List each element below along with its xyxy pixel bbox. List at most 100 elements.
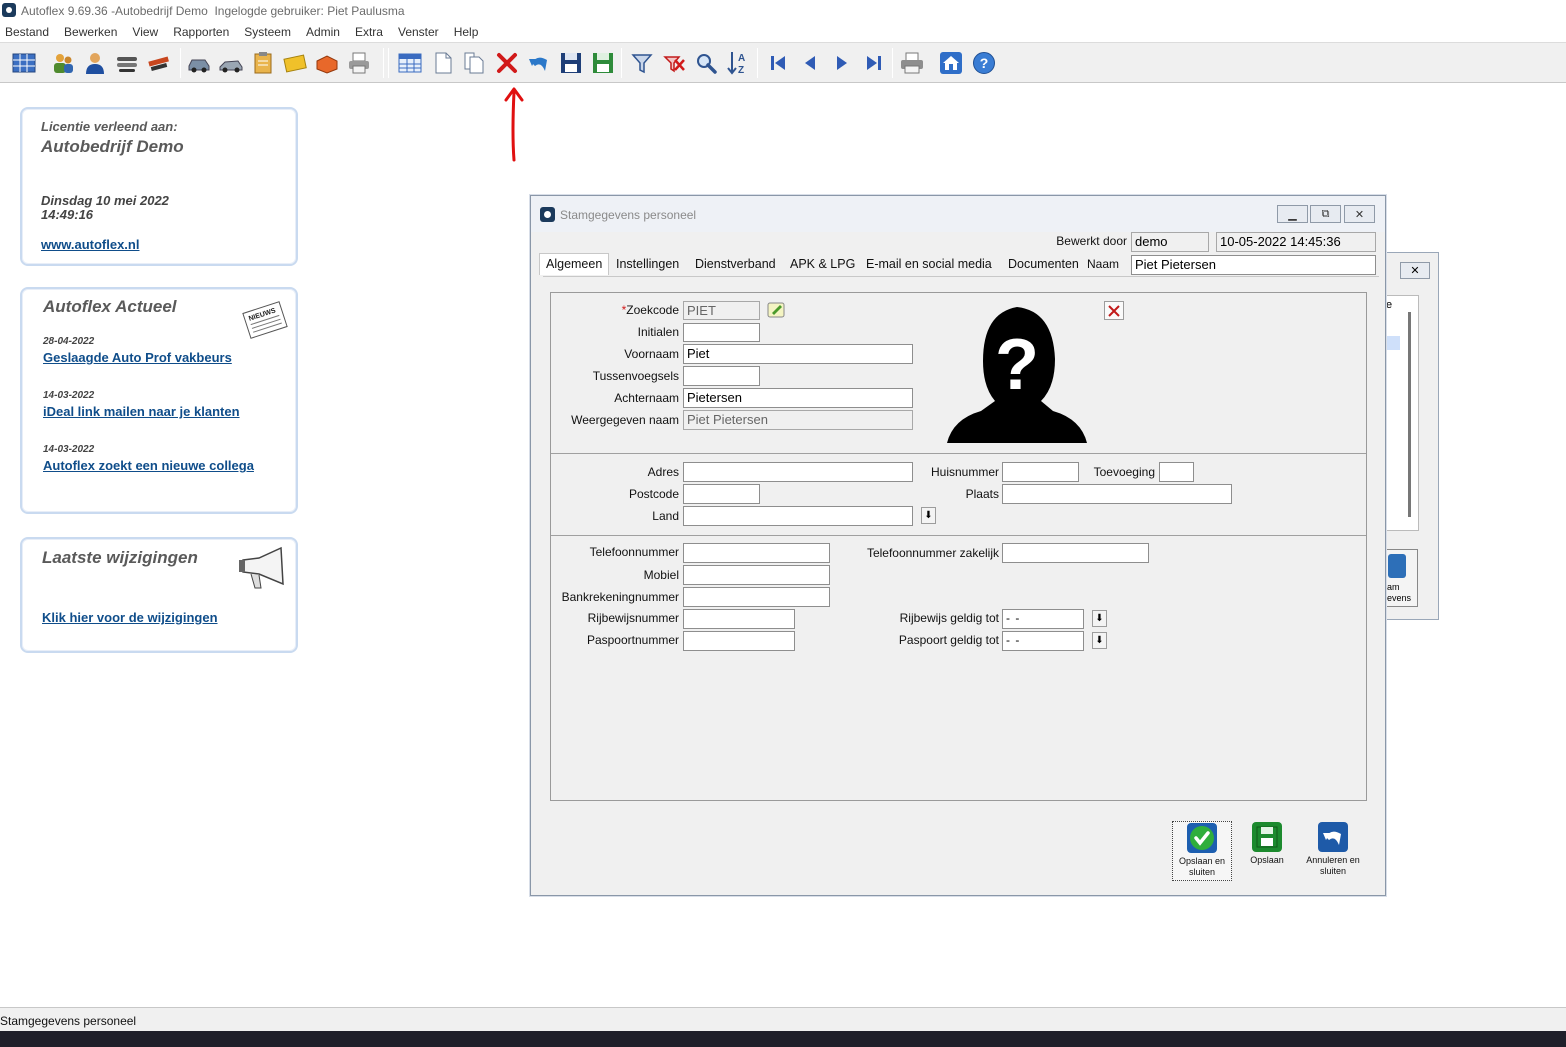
table-icon[interactable]	[397, 50, 423, 76]
tab-email-social[interactable]: E-mail en social media	[866, 257, 992, 271]
sort-az-icon[interactable]: AZ	[725, 50, 751, 76]
news-link[interactable]: Autoflex zoekt een nieuwe collega	[43, 458, 254, 473]
rijbewijs-geldig-tot-field[interactable]: - -	[1002, 609, 1084, 629]
news-link[interactable]: iDeal link mailen naar je klanten	[43, 404, 240, 419]
menu-venster[interactable]: Venster	[398, 25, 439, 39]
menu-help[interactable]: Help	[454, 25, 479, 39]
undo-icon[interactable]	[526, 50, 552, 76]
name-field[interactable]: Piet Pietersen	[1131, 255, 1376, 275]
remove-photo-button[interactable]	[1104, 301, 1124, 320]
grid-icon[interactable]	[11, 50, 37, 76]
paspoort-geldig-tot-field[interactable]: - -	[1002, 631, 1084, 651]
close-button[interactable]: ✕	[1344, 205, 1375, 223]
background-window[interactable]: ✕ e am evens	[1380, 252, 1439, 620]
menu-extra[interactable]: Extra	[355, 25, 383, 39]
save-icon[interactable]	[558, 50, 584, 76]
initialen-field[interactable]	[683, 323, 760, 342]
rijbewijsnummer-label: Rijbewijsnummer	[587, 611, 679, 625]
postcode-field[interactable]	[683, 484, 760, 504]
toolbar-separator	[388, 48, 389, 78]
printer-icon[interactable]	[346, 50, 372, 76]
news-link[interactable]: Geslaagde Auto Prof vakbeurs	[43, 350, 232, 365]
keys-icon[interactable]	[114, 50, 140, 76]
autoflex-website-link[interactable]: www.autoflex.nl	[41, 237, 139, 252]
users-icon[interactable]	[50, 50, 76, 76]
cancel-and-close-button[interactable]: Annuleren en sluiten	[1303, 821, 1363, 881]
delete-icon[interactable]	[494, 50, 520, 76]
first-record-icon[interactable]	[765, 50, 791, 76]
save-button[interactable]: Opslaan	[1237, 821, 1297, 881]
menu-admin[interactable]: Admin	[306, 25, 340, 39]
rijbewijs-date-dropdown[interactable]: ⬇	[1092, 610, 1107, 627]
edit-zoekcode-icon[interactable]	[767, 301, 786, 319]
tab-instellingen[interactable]: Instellingen	[616, 257, 679, 271]
last-record-icon[interactable]	[861, 50, 887, 76]
paspoort-date-dropdown[interactable]: ⬇	[1092, 632, 1107, 649]
background-list[interactable]: e	[1381, 295, 1419, 531]
tools-icon[interactable]	[146, 50, 172, 76]
telefoonnummer-field[interactable]	[683, 543, 830, 563]
photo-placeholder-icon[interactable]: ?	[947, 301, 1087, 443]
copy-document-icon[interactable]	[461, 50, 487, 76]
menu-view[interactable]: View	[132, 25, 158, 39]
mobiel-field[interactable]	[683, 565, 830, 585]
zoekcode-label-text: Zoekcode	[626, 303, 679, 317]
maximize-button[interactable]: ⧉	[1310, 205, 1341, 223]
next-record-icon[interactable]	[829, 50, 855, 76]
background-button[interactable]: am evens	[1384, 549, 1418, 607]
telefoonnummer-zakelijk-field[interactable]	[1002, 543, 1149, 563]
telefoonnummer-label: Telefoonnummer	[589, 545, 679, 559]
document-icon	[1388, 554, 1406, 578]
toevoeging-field[interactable]	[1159, 462, 1194, 482]
achternaam-field[interactable]: Pietersen	[683, 388, 913, 408]
huisnummer-field[interactable]	[1002, 462, 1079, 482]
close-icon[interactable]: ✕	[1400, 262, 1430, 279]
tab-documenten[interactable]: Documenten	[1008, 257, 1079, 271]
box-icon[interactable]	[314, 50, 340, 76]
tussenvoegsels-label: Tussenvoegsels	[592, 369, 679, 383]
toolbar: AZ ?	[0, 42, 1566, 83]
toevoeging-label: Toevoeging	[1093, 465, 1155, 479]
bankrekeningnummer-field[interactable]	[683, 587, 830, 607]
dialog-title: Stamgegevens personeel	[560, 208, 697, 222]
menu-bar: Bestand Bewerken View Rapporten Systeem …	[0, 22, 1566, 42]
truck-icon[interactable]	[218, 50, 244, 76]
svg-text:A: A	[738, 53, 745, 64]
menu-systeem[interactable]: Systeem	[244, 25, 291, 39]
tussenvoegsels-field[interactable]	[683, 366, 760, 386]
car-icon[interactable]	[186, 50, 212, 76]
remove-filter-icon[interactable]	[661, 50, 687, 76]
menu-bestand[interactable]: Bestand	[5, 25, 49, 39]
plaats-field[interactable]	[1002, 484, 1232, 504]
menu-rapporten[interactable]: Rapporten	[173, 25, 229, 39]
envelope-icon[interactable]	[282, 50, 308, 76]
rijbewijsnummer-field[interactable]	[683, 609, 795, 629]
print-icon[interactable]	[899, 50, 925, 76]
land-field[interactable]	[683, 506, 913, 526]
background-list-text: e	[1386, 299, 1393, 311]
previous-record-icon[interactable]	[797, 50, 823, 76]
changes-link[interactable]: Klik hier voor de wijzigingen	[42, 610, 218, 625]
tab-dienstverband[interactable]: Dienstverband	[695, 257, 776, 271]
cancel-and-close-label: Annuleren en sluiten	[1306, 855, 1360, 876]
tab-algemeen[interactable]: Algemeen	[539, 253, 610, 275]
filter-icon[interactable]	[629, 50, 655, 76]
new-document-icon[interactable]	[430, 50, 456, 76]
person-icon[interactable]	[82, 50, 108, 76]
toolbar-separator	[621, 48, 622, 78]
voornaam-field[interactable]: Piet	[683, 344, 913, 364]
land-dropdown-button[interactable]: ⬇	[921, 507, 936, 524]
paspoortnummer-field[interactable]	[683, 631, 795, 651]
help-icon[interactable]: ?	[971, 50, 997, 76]
home-icon[interactable]	[938, 50, 964, 76]
menu-bewerken[interactable]: Bewerken	[64, 25, 117, 39]
save-and-close-button[interactable]: Opslaan en sluiten	[1172, 821, 1232, 881]
search-icon[interactable]	[693, 50, 719, 76]
save-green-icon[interactable]	[590, 50, 616, 76]
achternaam-label: Achternaam	[614, 391, 679, 405]
clipboard-icon[interactable]	[250, 50, 276, 76]
adres-field[interactable]	[683, 462, 913, 482]
minimize-button[interactable]: ▁	[1277, 205, 1308, 223]
tab-apk-lpg[interactable]: APK & LPG	[790, 257, 855, 271]
scrollbar[interactable]	[1408, 312, 1411, 517]
